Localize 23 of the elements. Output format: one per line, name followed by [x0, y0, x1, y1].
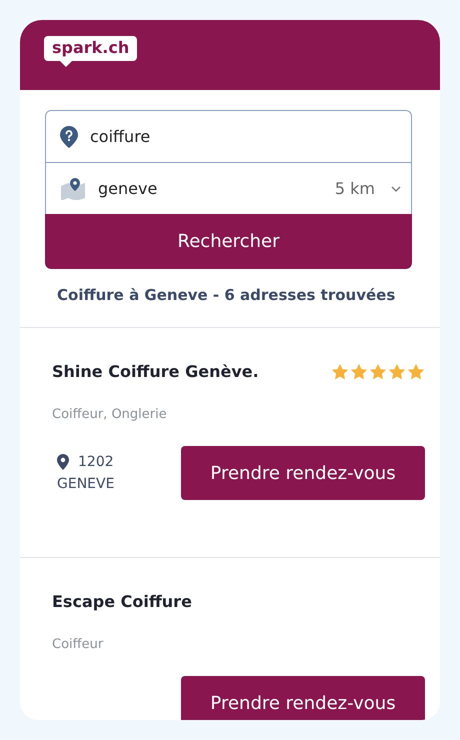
postcode: 1202 — [78, 453, 114, 472]
salon-name[interactable]: Shine Coiffure Genève. — [52, 362, 259, 381]
star-icon — [388, 362, 406, 380]
search-field[interactable]: coiffure — [45, 110, 412, 162]
star-icon — [350, 362, 368, 380]
chevron-down-icon — [391, 186, 401, 192]
city-text: GENEVE — [57, 475, 114, 494]
location-input[interactable]: geneve — [98, 179, 323, 198]
category-text: Coiffeur, Onglerie — [52, 407, 168, 422]
map-pin-icon — [60, 178, 86, 200]
search-button[interactable]: Rechercher — [45, 214, 412, 269]
radius-select[interactable]: 5 km — [334, 179, 375, 198]
question-pin-icon — [60, 126, 78, 148]
category-text: Coiffeur — [52, 637, 104, 652]
salon-name[interactable]: Escape Coiffure — [52, 592, 192, 611]
star-icon — [331, 362, 349, 380]
star-icon — [407, 362, 425, 380]
booking-button[interactable]: Prendre rendez-vous — [181, 676, 425, 720]
query-input[interactable]: coiffure — [90, 127, 401, 146]
star-icon — [369, 362, 387, 380]
booking-button[interactable]: Prendre rendez-vous — [181, 446, 425, 500]
location-pin-icon — [57, 454, 69, 470]
results-heading: Coiffure à Geneve - 6 adresses trouvées — [57, 286, 396, 304]
